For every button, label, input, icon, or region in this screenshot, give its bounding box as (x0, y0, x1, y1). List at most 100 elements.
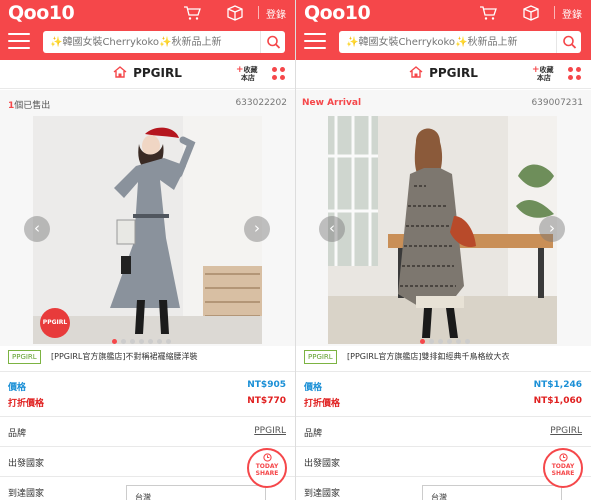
destination-select[interactable]: 台灣 (422, 485, 562, 500)
gallery-dot[interactable] (456, 339, 461, 344)
destination-select[interactable]: 台灣 (126, 485, 266, 500)
new-arrival-tag: New Arrival (302, 98, 362, 108)
chevron-right-icon[interactable]: › (539, 216, 565, 242)
discount-row: 打折價格 NT$770 (0, 394, 295, 410)
gallery-dot[interactable] (148, 339, 153, 344)
gallery-dot[interactable] (166, 339, 171, 344)
search-input[interactable] (339, 31, 554, 53)
share-label: SHARE (551, 470, 575, 477)
discount-value: NT$1,060 (533, 396, 582, 406)
home-icon (409, 66, 423, 78)
chevron-left-icon[interactable]: ‹ (319, 216, 345, 242)
gallery-dot[interactable] (447, 339, 452, 344)
chevron-right-icon[interactable]: › (244, 216, 270, 242)
product-id: 639007231 (531, 98, 583, 108)
today-share-button[interactable]: TODAY SHARE (247, 448, 287, 488)
price-label: 價格 (304, 383, 323, 393)
brand-row: 品牌 PPGIRL (296, 416, 591, 446)
qoo10-logo[interactable]: Qoo10 (304, 2, 371, 24)
package-icon[interactable] (522, 5, 540, 21)
brand-label: 品牌 (8, 429, 27, 439)
product-id: 633022202 (235, 98, 287, 108)
discount-row: 打折價格 NT$1,060 (296, 394, 591, 410)
sold-text: 個已售出 (14, 101, 51, 111)
menu-icon[interactable] (8, 33, 30, 50)
origin-label: 出發國家 (304, 459, 341, 469)
destination-label: 到達國家 (304, 489, 341, 499)
clock-icon (558, 453, 568, 462)
search-icon (267, 35, 281, 49)
product-title-row: PPGIRL [PPGIRL官方旗艦店]雙排釦經典千鳥格紋大衣 (296, 346, 591, 372)
today-label: TODAY (551, 463, 575, 470)
gallery-dot[interactable] (112, 339, 117, 344)
gallery-dot[interactable] (121, 339, 126, 344)
discount-label: 打折價格 (8, 399, 45, 409)
price-value: NT$1,246 (533, 380, 582, 390)
search-button[interactable] (260, 31, 285, 53)
favorite-shop-button[interactable]: +收藏 本店 (532, 66, 554, 83)
login-link[interactable]: 登錄 (266, 6, 286, 21)
favorite-label-2: 本店 (240, 74, 255, 82)
price-row: 價格 NT$1,246 (296, 378, 591, 394)
product-title: [PPGIRL官方旗艦店]雙排釦經典千鳥格紋大衣 (347, 352, 510, 361)
today-label: TODAY (255, 463, 279, 470)
cart-icon[interactable] (183, 5, 201, 21)
clock-icon (262, 453, 272, 462)
top-bar: Qoo10 登錄 (0, 0, 295, 60)
search-button[interactable] (556, 31, 581, 53)
gallery-dot[interactable] (420, 339, 425, 344)
favorite-label-1: 收藏 (539, 66, 554, 74)
shop-name-label: PPGIRL (133, 66, 182, 80)
product-screen-left: Qoo10 登錄 PPGIRL +收藏 本店 1個已售出 633022202 (0, 0, 295, 500)
shop-bar: PPGIRL +收藏 本店 (0, 60, 295, 89)
shop-name-label: PPGIRL (429, 66, 478, 80)
gallery-dot[interactable] (130, 339, 135, 344)
favorite-shop-button[interactable]: +收藏 本店 (236, 66, 258, 83)
product-gallery: New Arrival 639007231 ‹ › (296, 90, 591, 346)
gallery-dots (420, 329, 474, 344)
qoo10-logo[interactable]: Qoo10 (8, 2, 75, 24)
shop-bar: PPGIRL +收藏 本店 (296, 60, 591, 89)
discount-value: NT$770 (247, 396, 286, 406)
login-link[interactable]: 登錄 (562, 6, 582, 21)
gallery-dot[interactable] (139, 339, 144, 344)
origin-label: 出發國家 (8, 459, 45, 469)
price-row: 價格 NT$905 (0, 378, 295, 394)
home-icon (113, 66, 127, 78)
discount-label: 打折價格 (304, 399, 341, 409)
gallery-dot[interactable] (157, 339, 162, 344)
cart-icon[interactable] (479, 5, 497, 21)
shop-tag[interactable]: PPGIRL (8, 350, 41, 364)
price-label: 價格 (8, 383, 27, 393)
shop-tag[interactable]: PPGIRL (304, 350, 337, 364)
favorite-label-1: 收藏 (243, 66, 258, 74)
chevron-left-icon[interactable]: ‹ (24, 216, 50, 242)
brand-link[interactable]: PPGIRL (550, 426, 582, 436)
share-label: SHARE (255, 470, 279, 477)
search-icon (563, 35, 577, 49)
product-screen-right: Qoo10 登錄 PPGIRL +收藏 本店 New Arrival 63900… (296, 0, 591, 500)
brand-label: 品牌 (304, 429, 323, 439)
search-input[interactable] (43, 31, 258, 53)
gallery-dot[interactable] (429, 339, 434, 344)
menu-icon[interactable] (304, 33, 326, 50)
top-bar: Qoo10 登錄 (296, 0, 591, 60)
brand-badge: PPGIRL (40, 308, 70, 338)
product-gallery: 1個已售出 633022202 ‹ › PPGIRL (0, 90, 295, 346)
product-photo[interactable] (33, 116, 262, 344)
today-share-button[interactable]: TODAY SHARE (543, 448, 583, 488)
gallery-dots (112, 329, 175, 344)
grid-icon[interactable] (272, 67, 286, 81)
grid-icon[interactable] (568, 67, 582, 81)
brand-row: 品牌 PPGIRL (0, 416, 295, 446)
package-icon[interactable] (226, 5, 244, 21)
product-photo[interactable] (328, 116, 557, 344)
sold-count: 1個已售出 (8, 98, 50, 111)
brand-link[interactable]: PPGIRL (254, 426, 286, 436)
divider (554, 6, 555, 19)
search-box (43, 31, 285, 53)
search-box (339, 31, 581, 53)
divider (258, 6, 259, 19)
gallery-dot[interactable] (438, 339, 443, 344)
gallery-dot[interactable] (465, 339, 470, 344)
